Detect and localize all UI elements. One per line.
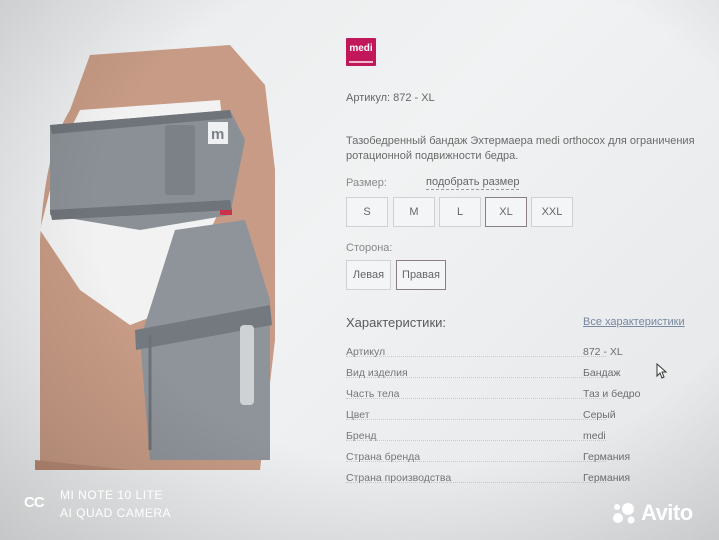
spec-name: Страна производства — [346, 472, 452, 484]
spec-value: Таз и бедро — [583, 388, 641, 400]
size-option-s[interactable]: S — [346, 197, 388, 227]
size-option-xxl[interactable]: XXL — [531, 197, 573, 227]
product-image: m — [35, 45, 275, 470]
camera-type-text: AI QUAD CAMERA — [60, 506, 172, 520]
sku: Артикул: 872 - XL — [346, 92, 438, 104]
camera-cc-mark: CC — [24, 494, 45, 511]
spec-row: Часть тела Таз и бедро — [346, 388, 676, 402]
spec-row: Страна бренда Германия — [346, 451, 676, 465]
sku-label: Артикул: — [346, 92, 391, 104]
spec-leader — [346, 440, 606, 441]
product-description: Тазобедренный бандаж Эхтермаера medi ort… — [346, 135, 695, 162]
spec-name: Часть тела — [346, 388, 400, 400]
svg-text:m: m — [211, 126, 224, 143]
spec-value: 872 - XL — [583, 346, 623, 358]
avito-watermark: Avito — [612, 500, 693, 526]
spec-value: Германия — [583, 451, 631, 463]
side-label: Сторона: — [346, 242, 393, 254]
avito-logo-icon — [613, 503, 635, 524]
size-option-m[interactable]: M — [393, 197, 435, 227]
spec-row: Цвет Серый — [346, 409, 676, 423]
screen: m medi Артикул: 872 - XL Тазобедренный ба… — [0, 0, 719, 540]
size-label: Размер: — [346, 177, 387, 189]
spec-row: Вид изделия Бандаж — [346, 367, 676, 381]
spec-row: Бренд medi — [346, 430, 676, 444]
brand-logo-text: medi — [349, 43, 373, 54]
brand-logo: medi — [346, 38, 376, 66]
spec-leader — [346, 419, 606, 420]
spec-value: medi — [583, 430, 606, 442]
specs-title: Характеристики: — [346, 315, 447, 330]
spec-name: Артикул — [346, 346, 386, 358]
spec-row: Артикул 872 - XL — [346, 346, 676, 360]
size-option-l[interactable]: L — [439, 197, 481, 227]
spec-name: Вид изделия — [346, 367, 408, 379]
all-specs-link[interactable]: Все характеристики — [583, 316, 685, 328]
size-guide-link[interactable]: подобрать размер — [426, 176, 520, 190]
mouse-cursor-icon — [656, 363, 668, 379]
side-option-left[interactable]: Левая — [346, 260, 391, 290]
avito-text: Avito — [641, 500, 693, 525]
spec-name: Страна бренда — [346, 451, 421, 463]
spec-name: Цвет — [346, 409, 370, 421]
size-option-xl[interactable]: XL — [485, 197, 527, 227]
brand-logo-underline — [349, 61, 373, 63]
side-option-right[interactable]: Правая — [396, 260, 446, 290]
spec-value: Бандаж — [583, 367, 621, 379]
sku-value: 872 - XL — [393, 92, 435, 104]
spec-value: Серый — [583, 409, 616, 421]
spec-row: Страна производства Германия — [346, 472, 676, 486]
spec-value: Германия — [583, 472, 631, 484]
spec-name: Бренд — [346, 430, 377, 442]
camera-model-text: MI NOTE 10 LITE — [60, 488, 163, 502]
